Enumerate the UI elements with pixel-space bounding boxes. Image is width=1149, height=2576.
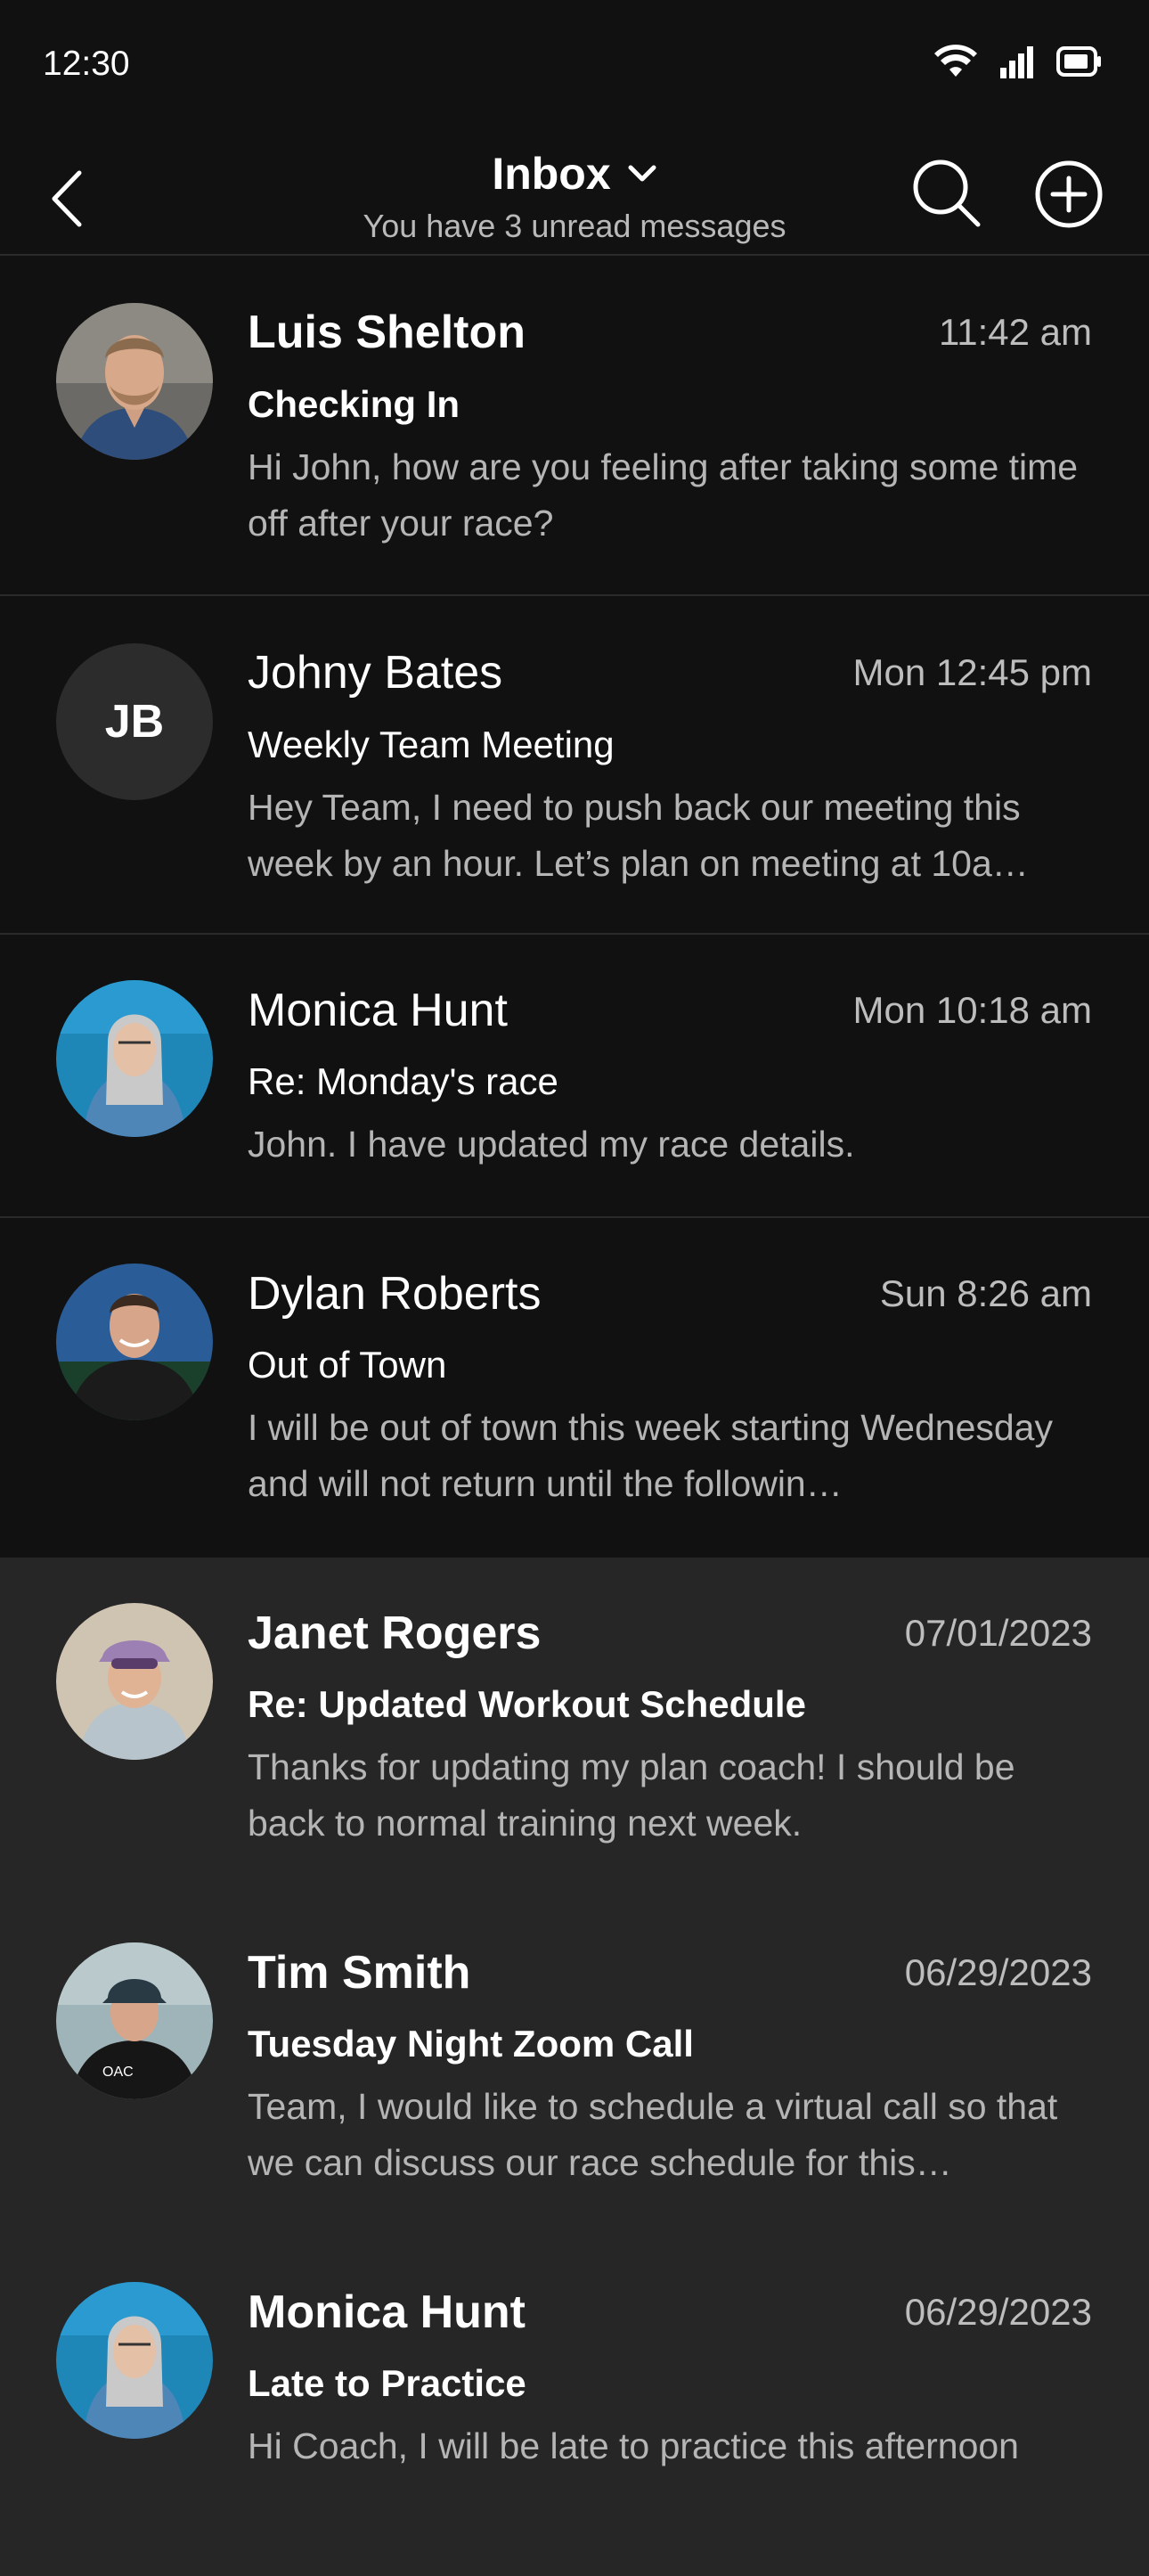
sender-name: Dylan Roberts [248,1268,542,1320]
search-icon [913,159,981,227]
avatar [56,980,213,1137]
sender-name: Monica Hunt [248,2286,526,2338]
battery-icon [1056,46,1101,77]
message-item[interactable]: Dylan Roberts Sun 8:26 am Out of Town I … [0,1218,1149,1558]
status-bar: 12:30 [0,0,1149,134]
svg-text:OAC: OAC [102,2065,134,2080]
inbox-header: Inbox You have 3 unread messages [0,134,1149,256]
message-item[interactable]: JB Johny Bates Mon 12:45 pm Weekly Team … [0,596,1149,935]
mailbox-selector[interactable]: Inbox [321,143,828,205]
sender-name: Monica Hunt [248,985,508,1036]
message-preview: John. I have updated my race details. [248,1124,855,1165]
message-preview: I will be out of town this week starting… [248,1407,1053,1504]
message-item[interactable]: Monica Hunt Mon 10:18 am Re: Monday's ra… [0,935,1149,1218]
status-time: 12:30 [43,45,130,83]
compose-button[interactable] [1031,157,1106,232]
message-subject: Checking In [248,383,460,425]
sender-name: Luis Shelton [248,307,526,358]
chevron-down-icon [628,165,656,182]
avatar: JB [56,643,213,800]
sender-name: Johny Bates [248,647,503,699]
avatar [56,1263,213,1420]
message-preview: Hey Team, I need to push back our meetin… [248,787,1029,884]
avatar: OAC [56,1942,213,2099]
status-icons [933,45,1103,78]
message-time: 06/29/2023 [904,2291,1092,2333]
sender-name: Tim Smith [248,1947,471,1999]
signal-icon [1000,46,1033,78]
message-item[interactable]: Janet Rogers 07/01/2023 Re: Updated Work… [0,1558,1149,1897]
back-icon [52,170,82,227]
avatar [56,303,213,460]
message-time: Mon 12:45 pm [852,651,1093,693]
message-time: 06/29/2023 [904,1951,1092,1993]
message-subject: Tuesday Night Zoom Call [248,2023,694,2065]
title-wrap: Inbox You have 3 unread messages [321,143,828,248]
back-button[interactable] [45,168,89,230]
message-time: 07/01/2023 [904,1612,1092,1654]
message-preview: Hi Coach, I will be late to practice thi… [248,2425,1019,2466]
message-subject: Out of Town [248,1344,447,1386]
message-list: Luis Shelton 11:42 am Checking In Hi Joh… [0,256,1149,2576]
message-subject: Late to Practice [248,2362,526,2404]
message-subject: Weekly Team Meeting [248,724,615,765]
avatar [56,1603,213,1760]
search-button[interactable] [909,155,983,230]
message-time: Mon 10:18 am [852,989,1093,1031]
message-item[interactable]: OAC Tim Smith 06/29/2023 Tuesday Night Z… [0,1897,1149,2237]
message-preview: Team, I would like to schedule a virtual… [248,2086,1058,2183]
page-title: Inbox [492,149,611,199]
message-subject: Re: Monday's race [248,1060,558,1102]
message-preview: Hi John, how are you feeling after takin… [248,446,1079,544]
message-time: 11:42 am [939,311,1092,353]
sender-name: Janet Rogers [248,1607,542,1659]
compose-icon [1035,160,1103,228]
message-time: Sun 8:26 am [879,1272,1092,1314]
unread-count-subtitle: You have 3 unread messages [363,208,786,244]
message-item[interactable]: Luis Shelton 11:42 am Checking In Hi Joh… [0,256,1149,596]
message-preview: Thanks for updating my plan coach! I sho… [248,1746,1015,1844]
wifi-icon [934,45,977,77]
message-item[interactable]: Monica Hunt 06/29/2023 Late to Practice … [0,2237,1149,2576]
avatar [56,2282,213,2439]
message-subject: Re: Updated Workout Schedule [248,1683,806,1725]
